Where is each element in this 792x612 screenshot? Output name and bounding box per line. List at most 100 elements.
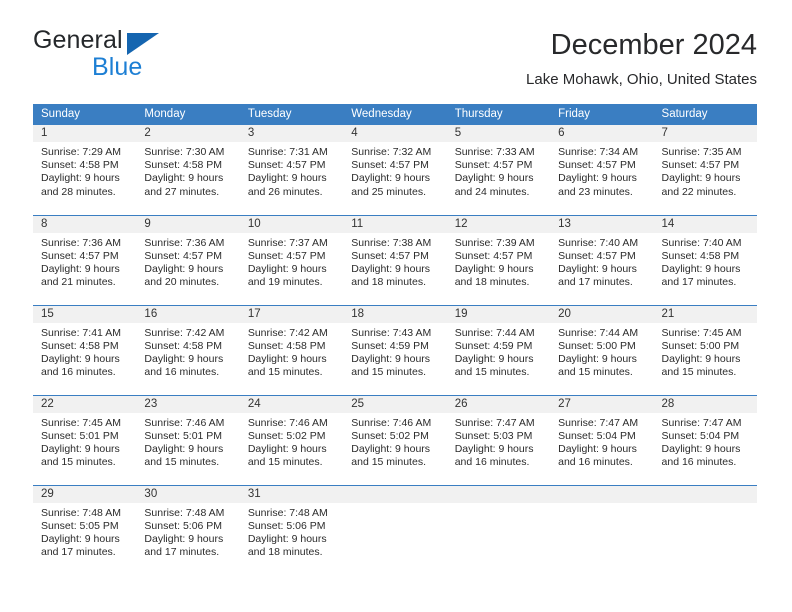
day-number: 1 [33,125,137,142]
daylight-text-line1: Daylight: 9 hours [454,172,534,185]
daylight-text-line2: and 17 minutes. [661,276,737,289]
day-cell[interactable]: 29 Sunrise: 7:48 AM Sunset: 5:05 PM Dayligh… [33,484,137,575]
day-cell[interactable]: 2 Sunrise: 7:30 AM Sunset: 4:58 PM Daylight… [136,125,240,215]
day-cell[interactable]: 25 Sunrise: 7:46 AM Sunset: 5:02 PM Dayligh… [343,394,447,485]
sunrise-text: Sunrise: 7:41 AM [41,326,121,339]
day-cell[interactable]: 27 Sunrise: 7:47 AM Sunset: 5:04 PM Dayligh… [550,394,654,485]
daylight-text-line1: Daylight: 9 hours [247,532,327,545]
sunset-text: Sunset: 5:00 PM [558,339,636,352]
day-cell[interactable]: 6 Sunrise: 7:34 AM Sunset: 4:57 PM Daylight… [550,125,654,215]
sunset-text: Sunset: 4:57 PM [351,159,429,172]
day-cell[interactable]: 1 Sunrise: 7:29 AM Sunset: 4:58 PM Daylight… [33,125,137,215]
day-cell-empty [653,484,757,575]
day-details: Sunrise: 7:38 AM Sunset: 4:57 PM Daylight:… [343,233,446,290]
day-cell[interactable]: 24 Sunrise: 7:46 AM Sunset: 5:02 PM Dayligh… [239,394,344,485]
sunrise-text: Sunrise: 7:45 AM [41,416,121,429]
daylight-text-line2: and 25 minutes. [351,185,426,198]
sunrise-text: Sunrise: 7:47 AM [661,416,742,429]
day-cell[interactable]: 9 Sunrise: 7:36 AM Sunset: 4:57 PM Daylight… [136,214,240,305]
day-number: 11 [343,215,447,233]
week-row: 22 Sunrise: 7:45 AM Sunset: 5:01 PM Dayligh… [33,394,757,485]
daylight-text-line2: and 28 minutes. [41,185,116,198]
day-cell[interactable]: 31 Sunrise: 7:48 AM Sunset: 5:06 PM Dayligh… [239,484,344,575]
daylight-text-line1: Daylight: 9 hours [454,442,534,455]
day-cell[interactable]: 5 Sunrise: 7:33 AM Sunset: 4:57 PM Daylight… [446,125,551,215]
day-number: 31 [239,485,344,503]
sunset-text: Sunset: 4:57 PM [558,159,636,172]
daylight-text-line2: and 20 minutes. [144,276,220,289]
logo-text-blue: Blue [92,53,143,81]
daylight-text-line1: Daylight: 9 hours [351,172,431,185]
day-details: Sunrise: 7:36 AM Sunset: 4:57 PM Daylight:… [136,233,239,290]
sunrise-text: Sunrise: 7:44 AM [558,326,639,339]
day-details: Sunrise: 7:41 AM Sunset: 4:58 PM Daylight:… [33,323,136,380]
sunrise-text: Sunrise: 7:37 AM [247,236,328,249]
day-cell[interactable]: 30 Sunrise: 7:48 AM Sunset: 5:06 PM Dayligh… [136,484,240,575]
day-number: 13 [550,215,654,233]
day-cell[interactable]: 11 Sunrise: 7:38 AM Sunset: 4:57 PM Dayligh… [343,214,447,305]
day-details: Sunrise: 7:48 AM Sunset: 5:06 PM Daylight:… [240,503,343,560]
day-cell[interactable]: 10 Sunrise: 7:37 AM Sunset: 4:57 PM Dayligh… [239,214,344,305]
daylight-text-line2: and 16 minutes. [144,366,220,379]
day-number [343,485,447,503]
sunrise-text: Sunrise: 7:40 AM [661,236,742,249]
day-details: Sunrise: 7:31 AM Sunset: 4:57 PM Daylight:… [240,142,343,199]
day-details: Sunrise: 7:30 AM Sunset: 4:58 PM Daylight:… [136,142,239,199]
day-cell[interactable]: 7 Sunrise: 7:35 AM Sunset: 4:57 PM Daylight… [653,125,757,215]
week-row: 15 Sunrise: 7:41 AM Sunset: 4:58 PM Dayligh… [33,304,757,395]
sunset-text: Sunset: 5:04 PM [558,429,636,442]
daylight-text-line1: Daylight: 9 hours [454,352,534,365]
day-cell[interactable]: 8 Sunrise: 7:36 AM Sunset: 4:57 PM Daylight… [33,214,137,305]
sunset-text: Sunset: 5:01 PM [41,429,119,442]
day-cell[interactable]: 13 Sunrise: 7:40 AM Sunset: 4:57 PM Dayligh… [550,214,654,305]
sunset-text: Sunset: 5:04 PM [661,429,740,442]
day-cell[interactable]: 14 Sunrise: 7:40 AM Sunset: 4:58 PM Dayligh… [653,214,757,305]
sunrise-text: Sunrise: 7:46 AM [144,416,225,429]
daylight-text-line2: and 16 minutes. [558,456,633,469]
day-number: 8 [33,215,137,233]
day-number: 9 [136,215,240,233]
weekday-header-thursday: Thursday [446,104,551,125]
sunrise-text: Sunrise: 7:36 AM [144,236,225,249]
daylight-text-line1: Daylight: 9 hours [41,352,120,365]
day-number: 4 [343,125,447,142]
daylight-text-line2: and 15 minutes. [144,456,220,469]
daylight-text-line1: Daylight: 9 hours [661,262,741,275]
day-cell[interactable]: 17 Sunrise: 7:42 AM Sunset: 4:58 PM Dayligh… [239,304,344,395]
day-cell[interactable]: 3 Sunrise: 7:31 AM Sunset: 4:57 PM Daylight… [239,125,344,215]
day-details: Sunrise: 7:46 AM Sunset: 5:02 PM Daylight:… [240,413,343,470]
day-number: 15 [33,305,137,323]
day-cell[interactable]: 15 Sunrise: 7:41 AM Sunset: 4:58 PM Dayligh… [33,304,137,395]
daylight-text-line2: and 17 minutes. [144,546,220,559]
calendar-body: 1 Sunrise: 7:29 AM Sunset: 4:58 PM Daylight… [33,125,757,575]
day-cell[interactable]: 18 Sunrise: 7:43 AM Sunset: 4:59 PM Dayligh… [343,304,447,395]
day-cell[interactable]: 28 Sunrise: 7:47 AM Sunset: 5:04 PM Dayligh… [653,394,757,485]
day-cell[interactable]: 20 Sunrise: 7:44 AM Sunset: 5:00 PM Dayligh… [550,304,654,395]
daylight-text-line1: Daylight: 9 hours [247,352,327,365]
day-details [550,503,653,507]
sunset-text: Sunset: 4:57 PM [454,249,533,262]
day-cell[interactable]: 22 Sunrise: 7:45 AM Sunset: 5:01 PM Dayligh… [33,394,137,485]
sunrise-text: Sunrise: 7:38 AM [351,236,432,249]
day-cell[interactable]: 12 Sunrise: 7:39 AM Sunset: 4:57 PM Dayligh… [446,214,551,305]
daylight-text-line2: and 18 minutes. [454,276,530,289]
weekday-header-wednesday: Wednesday [343,104,447,125]
day-details [447,503,550,507]
day-cell[interactable]: 23 Sunrise: 7:46 AM Sunset: 5:01 PM Dayligh… [136,394,240,485]
day-cell[interactable]: 16 Sunrise: 7:42 AM Sunset: 4:58 PM Dayligh… [136,304,240,395]
day-number: 23 [136,395,240,413]
day-cell[interactable]: 19 Sunrise: 7:44 AM Sunset: 4:59 PM Dayligh… [446,304,551,395]
daylight-text-line2: and 17 minutes. [558,276,633,289]
daylight-text-line2: and 24 minutes. [454,185,530,198]
day-cell[interactable]: 26 Sunrise: 7:47 AM Sunset: 5:03 PM Dayligh… [446,394,551,485]
day-details: Sunrise: 7:45 AM Sunset: 5:00 PM Daylight:… [654,323,757,380]
sunset-text: Sunset: 4:58 PM [41,339,119,352]
daylight-text-line1: Daylight: 9 hours [144,442,224,455]
day-details: Sunrise: 7:35 AM Sunset: 4:57 PM Daylight:… [654,142,757,199]
day-cell[interactable]: 21 Sunrise: 7:45 AM Sunset: 5:00 PM Dayligh… [653,304,757,395]
daylight-text-line2: and 17 minutes. [41,546,116,559]
day-cell[interactable]: 4 Sunrise: 7:32 AM Sunset: 4:57 PM Daylight… [343,125,447,215]
daylight-text-line1: Daylight: 9 hours [351,262,431,275]
day-cell-empty [343,484,447,575]
general-blue-logo[interactable]: General Blue [33,28,233,84]
